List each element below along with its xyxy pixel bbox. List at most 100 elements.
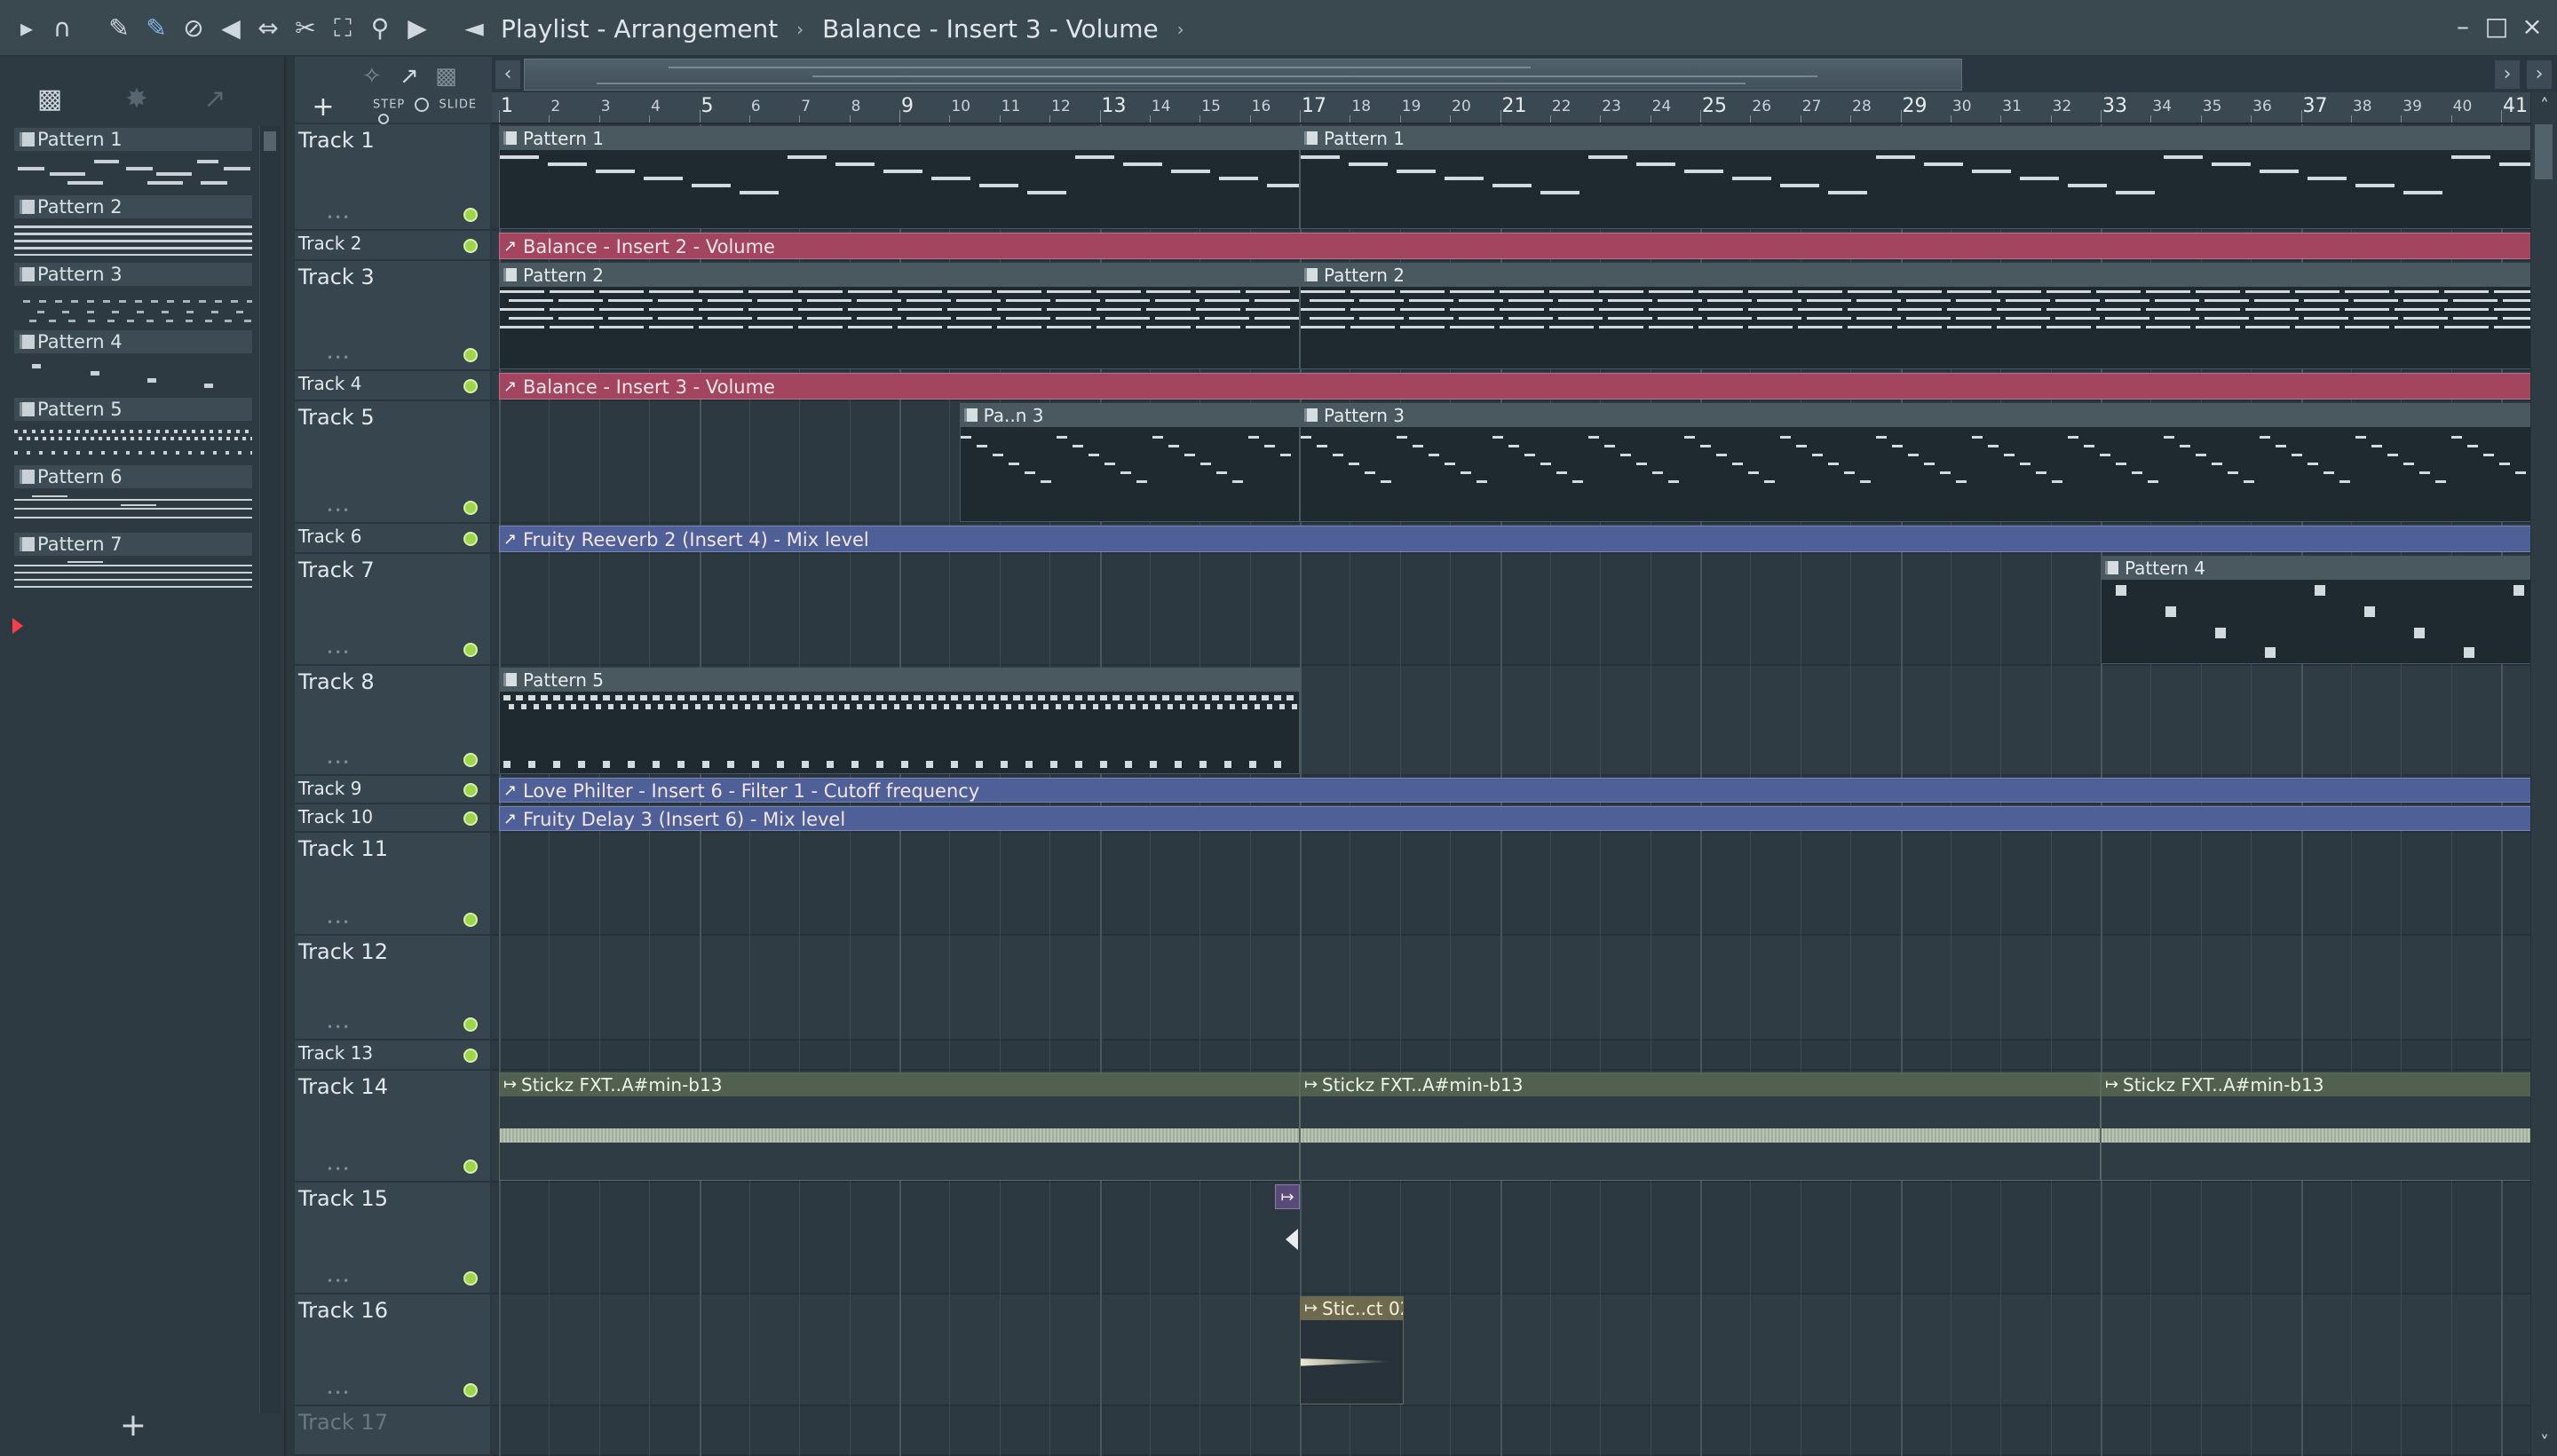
- automation-clip[interactable]: Balance - Insert 3 - Volume: [499, 373, 2530, 400]
- track-options-icon[interactable]: •••: [327, 504, 351, 517]
- scroll-right-icon[interactable]: ›: [2495, 60, 2520, 89]
- pattern-clip[interactable]: Pattern 1: [1300, 126, 2530, 229]
- automation-clip[interactable]: Fruity Delay 3 (Insert 6) - Mix level: [499, 806, 2530, 831]
- zoom-icon[interactable]: ⚲: [364, 12, 396, 44]
- scroll-thumb[interactable]: [2535, 124, 2553, 179]
- pattern-clip[interactable]: Pattern 5: [499, 668, 1300, 774]
- track-mute-led-icon[interactable]: [463, 208, 478, 222]
- track-lane[interactable]: [492, 1406, 2530, 1456]
- slice-marker-icon[interactable]: ↦: [1275, 1184, 1300, 1209]
- track-header[interactable]: Track 8 •••: [295, 666, 490, 776]
- track-mute-led-icon[interactable]: [463, 1383, 478, 1397]
- scroll-left-icon[interactable]: ‹: [495, 60, 520, 89]
- keyboard-icon[interactable]: ▩: [435, 63, 457, 90]
- track-header[interactable]: Track 5 •••: [295, 401, 490, 524]
- track-options-icon[interactable]: •••: [327, 1275, 351, 1287]
- track-name[interactable]: Track 9: [298, 778, 361, 799]
- track-header[interactable]: Track 7 •••: [295, 554, 490, 666]
- audio-clip[interactable]: Stickz FXT..A#min-b13: [1300, 1072, 2101, 1181]
- piano-roll-icon[interactable]: ▩: [32, 83, 67, 115]
- pattern-clip[interactable]: Pattern 2: [1300, 263, 2530, 369]
- pattern-list-item[interactable]: Pattern 6: [14, 465, 254, 533]
- curve-icon[interactable]: ↗: [400, 63, 419, 90]
- breadcrumb-arrow-icon[interactable]: ›: [1177, 10, 1184, 49]
- pattern-list-item[interactable]: Pattern 5: [14, 398, 254, 465]
- track-header[interactable]: Track 1 •••: [295, 124, 490, 231]
- automation-clip[interactable]: Balance - Insert 2 - Volume: [499, 233, 2530, 259]
- track-options-icon[interactable]: •••: [327, 352, 351, 364]
- track-options-icon[interactable]: •••: [327, 646, 351, 659]
- track-options-icon[interactable]: •••: [327, 1387, 351, 1399]
- pattern-list-item[interactable]: Pattern 4: [14, 330, 254, 398]
- track-mute-led-icon[interactable]: [463, 783, 478, 797]
- audio-clip[interactable]: Stickz FXT..A#min-b13: [499, 1072, 1300, 1181]
- track-lane[interactable]: [492, 833, 2530, 936]
- track-header[interactable]: Track 9: [295, 776, 490, 804]
- track-options-icon[interactable]: •••: [327, 916, 351, 929]
- track-header[interactable]: Track 10: [295, 804, 490, 833]
- timeline-ruler[interactable]: 1 2 3 4 5 6 7 8 9 10 11 12 13 14 15 16 17 18 19 20 21 22 23 24 2…: [492, 92, 2557, 124]
- track-mute-led-icon[interactable]: [463, 753, 478, 767]
- track-mute-led-icon[interactable]: [463, 913, 478, 927]
- track-header[interactable]: Track 15 •••: [295, 1183, 490, 1294]
- track-name[interactable]: Track 7: [298, 558, 375, 582]
- speaker-icon[interactable]: ◄: [458, 12, 490, 44]
- track-name[interactable]: Track 14: [298, 1074, 388, 1099]
- track-header[interactable]: Track 14 •••: [295, 1071, 490, 1183]
- automation-icon[interactable]: ↗: [197, 83, 233, 115]
- pattern-clip[interactable]: Pattern 4: [2101, 556, 2530, 664]
- track-mute-led-icon[interactable]: [463, 379, 478, 393]
- track-mute-led-icon[interactable]: [463, 643, 478, 657]
- track-name[interactable]: Track 3: [298, 265, 375, 289]
- automation-clip[interactable]: Love Philter - Insert 6 - Filter 1 - Cut…: [499, 778, 2530, 803]
- track-name[interactable]: Track 16: [298, 1298, 388, 1323]
- track-lane[interactable]: [492, 1041, 2530, 1071]
- magnet-icon[interactable]: ∩: [46, 12, 78, 44]
- mute-icon[interactable]: ◀: [215, 12, 247, 44]
- slip-icon[interactable]: ⇔: [252, 12, 284, 44]
- pattern-list-item[interactable]: Pattern 1: [14, 128, 254, 195]
- track-mute-led-icon[interactable]: [463, 1017, 478, 1032]
- scroll-up-icon[interactable]: ˄: [2531, 92, 2557, 119]
- track-name[interactable]: Track 15: [298, 1186, 388, 1211]
- pattern-clip[interactable]: Pattern 2: [499, 263, 1300, 369]
- track-name[interactable]: Track 5: [298, 405, 375, 430]
- track-name[interactable]: Track 6: [298, 526, 361, 547]
- automation-clip[interactable]: Fruity Reeverb 2 (Insert 4) - Mix level: [499, 526, 2530, 552]
- slide-toggle-icon[interactable]: [378, 113, 389, 124]
- step-slide-toggle[interactable]: STEP SLIDE: [373, 98, 492, 125]
- track-mute-led-icon[interactable]: [463, 532, 478, 546]
- overview-window[interactable]: [524, 59, 1962, 91]
- playback-icon[interactable]: ▶: [401, 12, 433, 44]
- pattern-list-item[interactable]: Pattern 2: [14, 195, 254, 263]
- pattern-list-item[interactable]: Pattern 7: [14, 533, 254, 600]
- track-mute-led-icon[interactable]: [463, 348, 478, 362]
- add-pattern-button[interactable]: +: [115, 1408, 151, 1444]
- track-header[interactable]: Track 3 •••: [295, 261, 490, 371]
- track-lane[interactable]: [492, 936, 2530, 1041]
- track-options-icon[interactable]: •••: [327, 756, 351, 769]
- audio-clip-icon[interactable]: ✸: [119, 83, 154, 115]
- track-mute-led-icon[interactable]: [463, 239, 478, 253]
- track-mute-led-icon[interactable]: [463, 1048, 478, 1063]
- track-mute-led-icon[interactable]: [463, 1159, 478, 1174]
- minimize-button[interactable]: –: [2447, 11, 2479, 43]
- track-options-icon[interactable]: •••: [327, 211, 351, 224]
- scroll-down-icon[interactable]: ˅: [2531, 1429, 2557, 1456]
- close-button[interactable]: ×: [2516, 11, 2548, 43]
- track-header[interactable]: Track 4: [295, 371, 490, 401]
- track-name[interactable]: Track 4: [298, 373, 361, 394]
- track-header[interactable]: Track 11 •••: [295, 833, 490, 936]
- track-header[interactable]: Track 13: [295, 1041, 490, 1071]
- pattern-clip[interactable]: Pattern 3: [1300, 403, 2530, 522]
- track-options-icon[interactable]: •••: [327, 1021, 351, 1033]
- track-header[interactable]: Track 17: [295, 1406, 490, 1456]
- add-track-button[interactable]: +: [307, 92, 339, 123]
- overview-scrollbar[interactable]: ‹ › ›: [492, 57, 2557, 92]
- delete-icon[interactable]: ⊘: [178, 12, 210, 44]
- track-name[interactable]: Track 8: [298, 669, 375, 694]
- track-header[interactable]: Track 12 •••: [295, 936, 490, 1041]
- track-mute-led-icon[interactable]: [463, 1271, 478, 1286]
- pattern-list-item[interactable]: Pattern 3: [14, 263, 254, 330]
- track-options-icon[interactable]: •••: [327, 1163, 351, 1175]
